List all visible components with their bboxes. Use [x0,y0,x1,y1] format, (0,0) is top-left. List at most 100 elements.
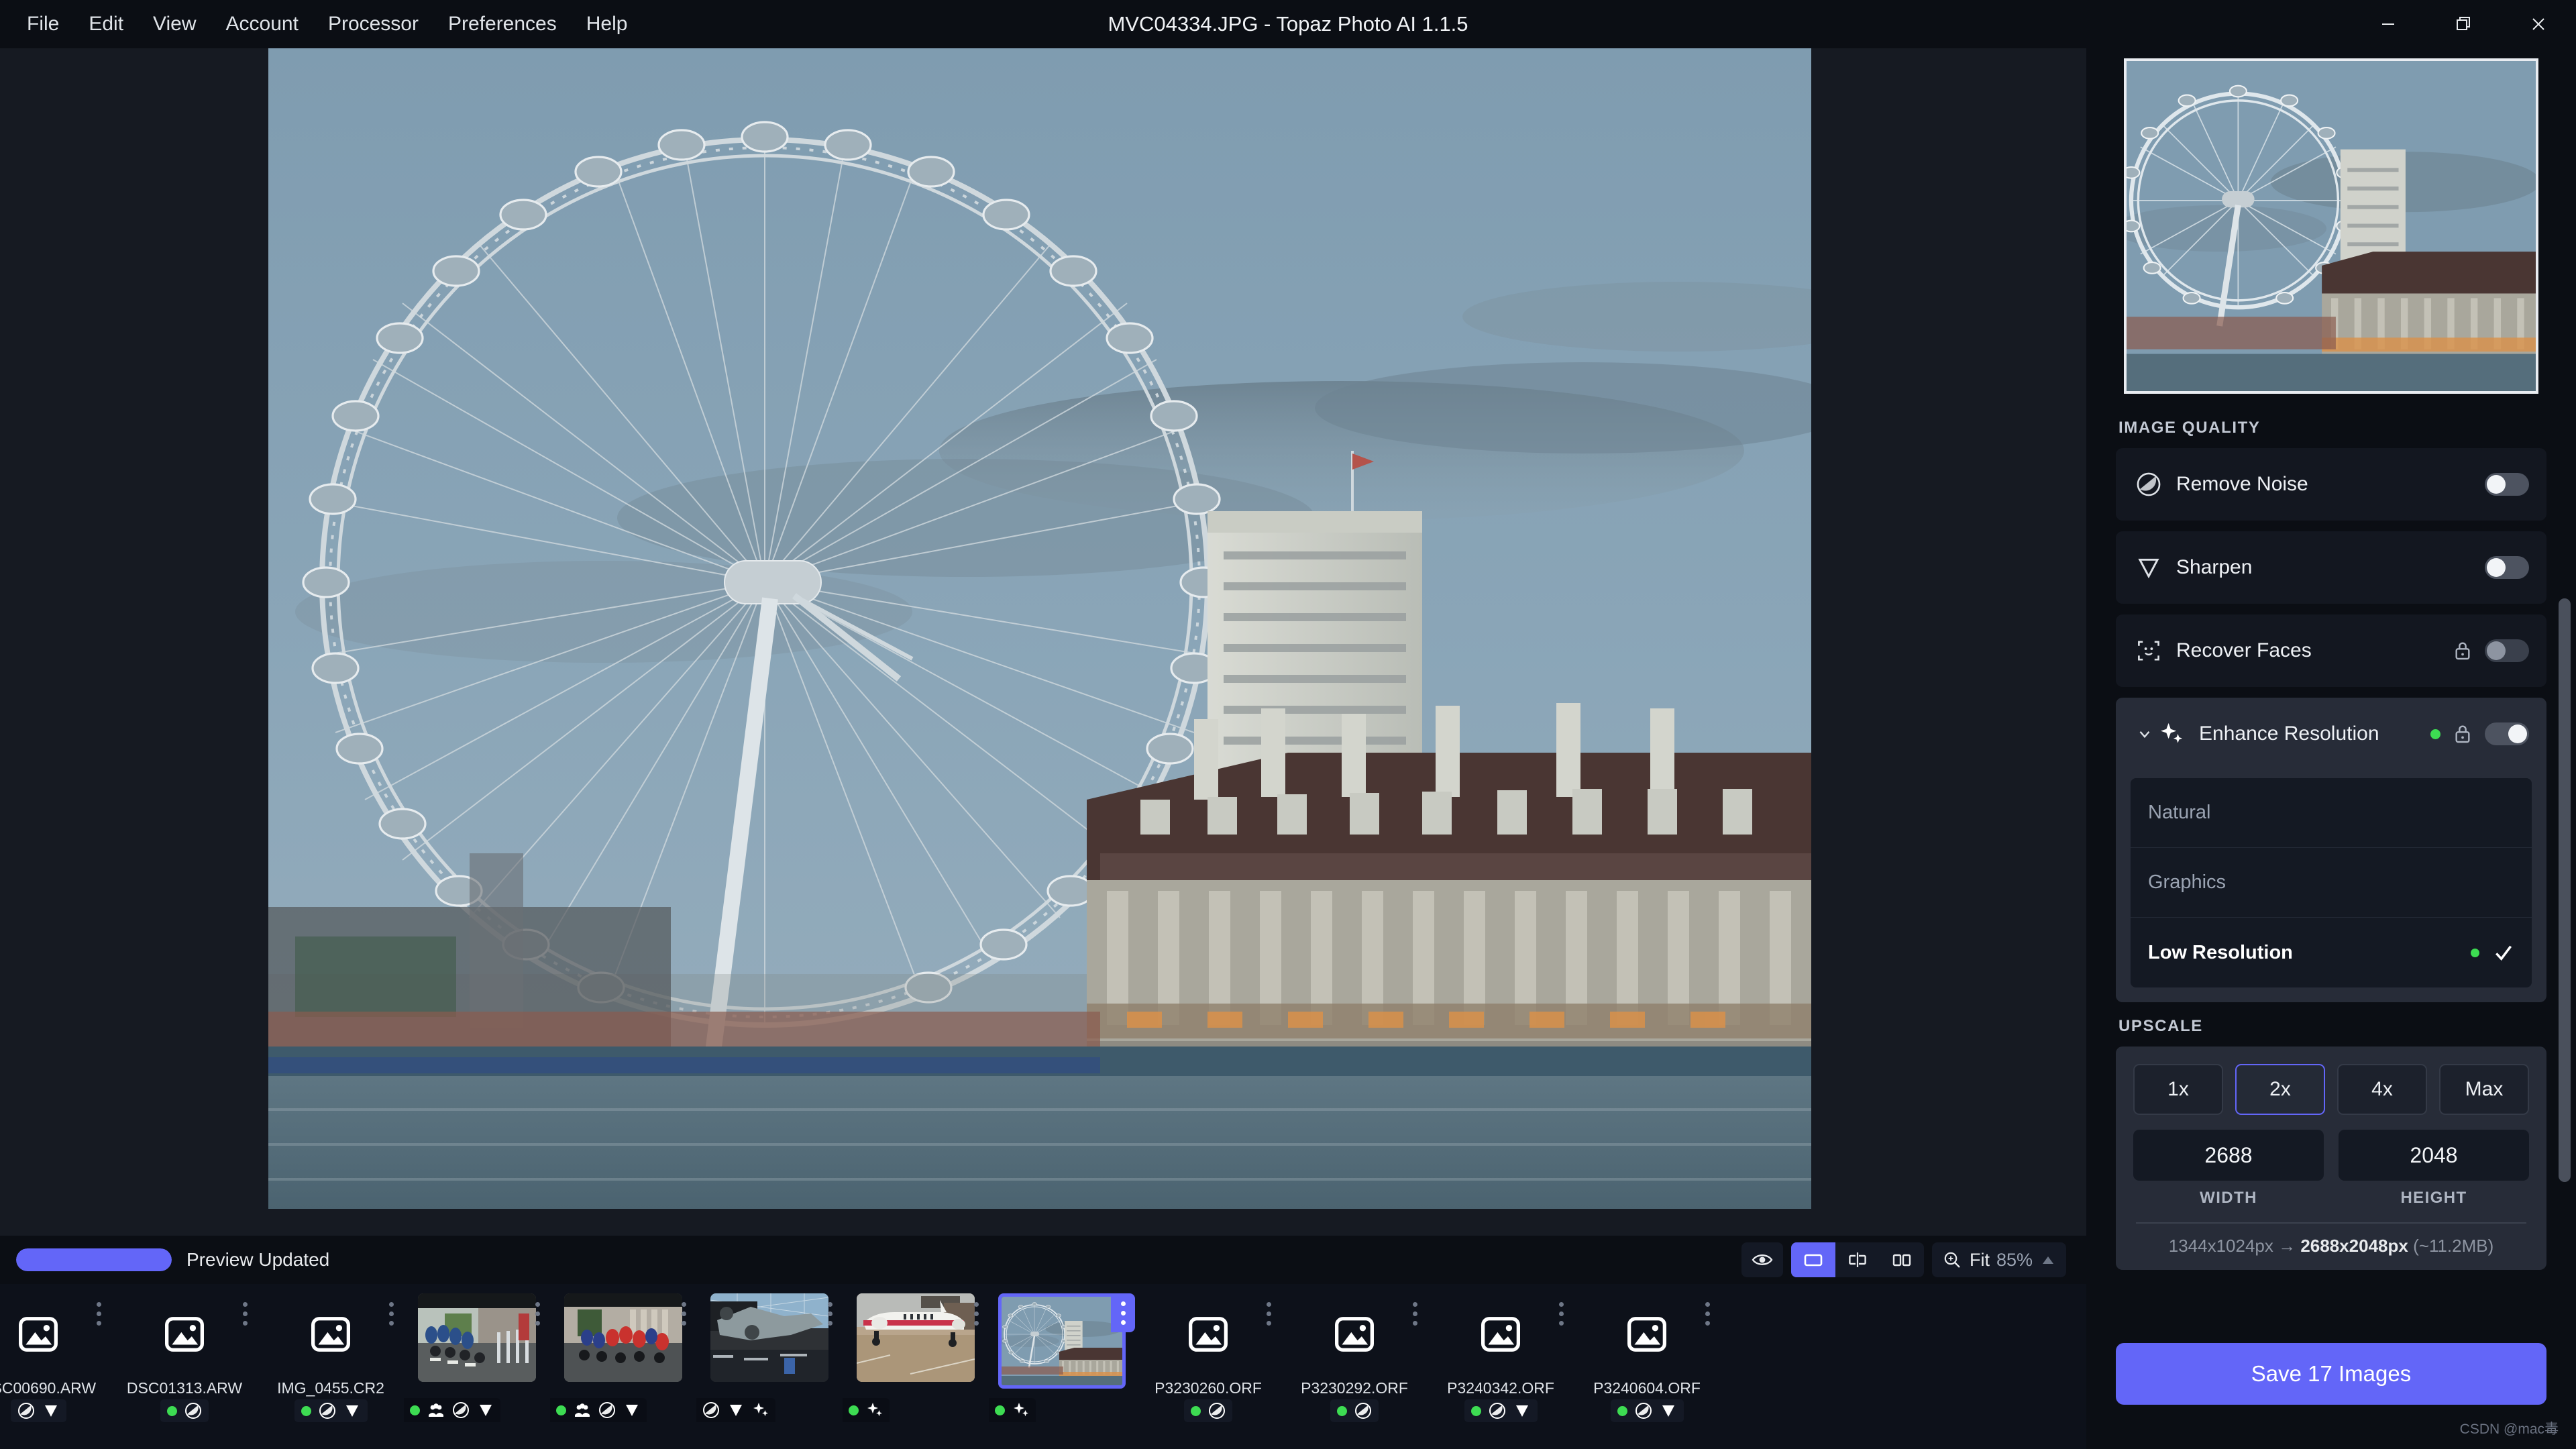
scale-1x-button[interactable]: 1x [2133,1064,2223,1115]
close-button[interactable] [2501,0,2576,48]
main-photo-preview[interactable] [268,48,1811,1209]
noise-icon [453,1402,469,1418]
thumbnail-menu-button[interactable] [1552,1296,1570,1331]
thumbnail-menu-button[interactable] [1699,1296,1716,1331]
view-mode-single-button[interactable] [1790,1242,1835,1277]
scale-max-button[interactable]: Max [2439,1064,2529,1115]
thumbnail[interactable] [857,1293,975,1382]
menu-bar: File Edit View Account Processor Prefere… [0,6,642,42]
menu-item-processor[interactable]: Processor [313,6,433,42]
noise-icon [17,1403,34,1419]
thumbnail[interactable] [272,1293,390,1375]
save-images-button[interactable]: Save 17 Images [2116,1343,2546,1405]
kebab-dot [1120,1301,1126,1306]
filter-remove-noise[interactable]: Remove Noise [2116,448,2546,521]
model-option-graphics[interactable]: Graphics [2131,848,2532,918]
right-panel-scrollbar[interactable] [2559,598,2571,1182]
filter-sharpen[interactable]: Sharpen [2116,531,2546,604]
thumbnail-menu-button[interactable] [821,1296,839,1331]
height-input[interactable]: 2048 [2339,1130,2529,1181]
remove-noise-toggle[interactable] [2485,473,2529,496]
sharpen-toggle[interactable] [2485,556,2529,579]
filmstrip-item-london-eye[interactable] [989,1293,1135,1422]
menu-item-file[interactable]: File [12,6,74,42]
thumbnail-menu-button[interactable] [236,1296,254,1331]
sharpen-icon [1515,1405,1528,1417]
filmstrip-item-dsc01313[interactable]: DSC01313.ARW [111,1293,258,1422]
navigator-panel[interactable] [2100,48,2563,404]
thumbnail[interactable] [1149,1293,1267,1375]
thumbnail-menu-button[interactable] [1111,1293,1135,1332]
scale-4x-button[interactable]: 4x [2337,1064,2427,1115]
view-mode-side-by-side-button[interactable] [1880,1242,1924,1277]
lock-icon[interactable] [2453,640,2473,661]
filmstrip-item-p3240604[interactable]: P3240604.ORF [1574,1293,1720,1422]
model-option-low-resolution[interactable]: Low Resolution [2131,918,2532,987]
filmstrip-item-p3230292[interactable]: P3230292.ORF [1281,1293,1428,1422]
thumbnail-menu-button[interactable] [675,1296,692,1331]
kebab-dot [242,1311,248,1316]
filmstrip-item-cyclists-1[interactable] [404,1293,550,1422]
thumbnail-menu-button[interactable] [529,1296,546,1331]
thumbnail-menu-button[interactable] [1260,1296,1277,1331]
filmstrip-item-airplane-tarmac[interactable] [843,1293,989,1422]
menu-item-help[interactable]: Help [572,6,643,42]
thumbnail-badges [1184,1399,1232,1422]
thumbnail-badges [1330,1399,1379,1422]
thumbnail-badges [550,1398,647,1422]
thumbnail-menu-button[interactable] [1406,1296,1424,1331]
filter-recover-faces[interactable]: Recover Faces [2116,614,2546,687]
kebab-dot [973,1301,979,1307]
chevron-down-icon[interactable] [2133,725,2156,743]
filmstrip-item-aircraft-museum[interactable] [696,1293,843,1422]
thumbnail[interactable] [125,1293,244,1375]
thumbnail[interactable] [418,1293,536,1382]
menu-item-edit[interactable]: Edit [74,6,138,42]
thumbnail-menu-button[interactable] [382,1296,400,1331]
scale-2x-button[interactable]: 2x [2235,1064,2325,1115]
noise-icon [703,1402,719,1418]
thumbnail-badges [404,1398,500,1422]
restore-icon [2457,17,2470,30]
filmstrip-item-img0455[interactable]: IMG_0455.CR2 [258,1293,404,1422]
london-eye-thumbnail [1002,1297,1122,1385]
filmstrip-item-p3230260[interactable]: P3230260.ORF [1135,1293,1281,1422]
image-canvas[interactable] [0,48,2086,1236]
filmstrip-item-dsc00690[interactable]: DSC00690.ARW [0,1293,111,1422]
thumbnail[interactable] [1295,1293,1413,1375]
menu-item-account[interactable]: Account [211,6,313,42]
thumbnail[interactable] [710,1293,828,1382]
caret-up-icon[interactable] [2039,1251,2057,1269]
filmstrip[interactable]: DSC00690.ARW [0,1284,2086,1449]
kebab-dot [827,1311,833,1316]
status-dot-icon [167,1405,177,1416]
faces-icon [429,1403,443,1417]
check-icon [2496,945,2512,961]
filter-enhance-resolution[interactable]: Enhance Resolution [2116,698,2546,770]
navigator-viewport-frame[interactable] [2124,58,2538,394]
thumbnail[interactable] [0,1293,97,1375]
thumbnail[interactable] [1588,1293,1706,1375]
maximize-button[interactable] [2426,0,2501,48]
kebab-dot [973,1311,979,1316]
view-mode-split-button[interactable] [1835,1242,1880,1277]
zoom-percent-label: 85% [1996,1249,2033,1270]
zoom-control[interactable]: Fit 85% [1931,1242,2066,1277]
recover-faces-toggle[interactable] [2485,639,2529,662]
lock-icon[interactable] [2453,723,2473,745]
thumbnail[interactable] [1442,1293,1560,1375]
menu-item-preferences[interactable]: Preferences [433,6,572,42]
width-input[interactable]: 2688 [2133,1130,2324,1181]
kebab-dot [1266,1311,1271,1316]
menu-item-view[interactable]: View [138,6,211,42]
thumbnail-menu-button[interactable] [967,1296,985,1331]
model-option-natural[interactable]: Natural [2131,778,2532,848]
enhance-resolution-toggle[interactable] [2485,722,2529,745]
filmstrip-item-p3240342[interactable]: P3240342.ORF [1428,1293,1574,1422]
filmstrip-item-cyclists-2[interactable] [550,1293,696,1422]
thumbnail[interactable] [564,1293,682,1382]
minimize-button[interactable] [2351,0,2426,48]
thumbnail-menu-button[interactable] [90,1296,107,1331]
preview-eye-button[interactable] [1741,1242,1783,1277]
thumbnail[interactable] [998,1293,1126,1389]
